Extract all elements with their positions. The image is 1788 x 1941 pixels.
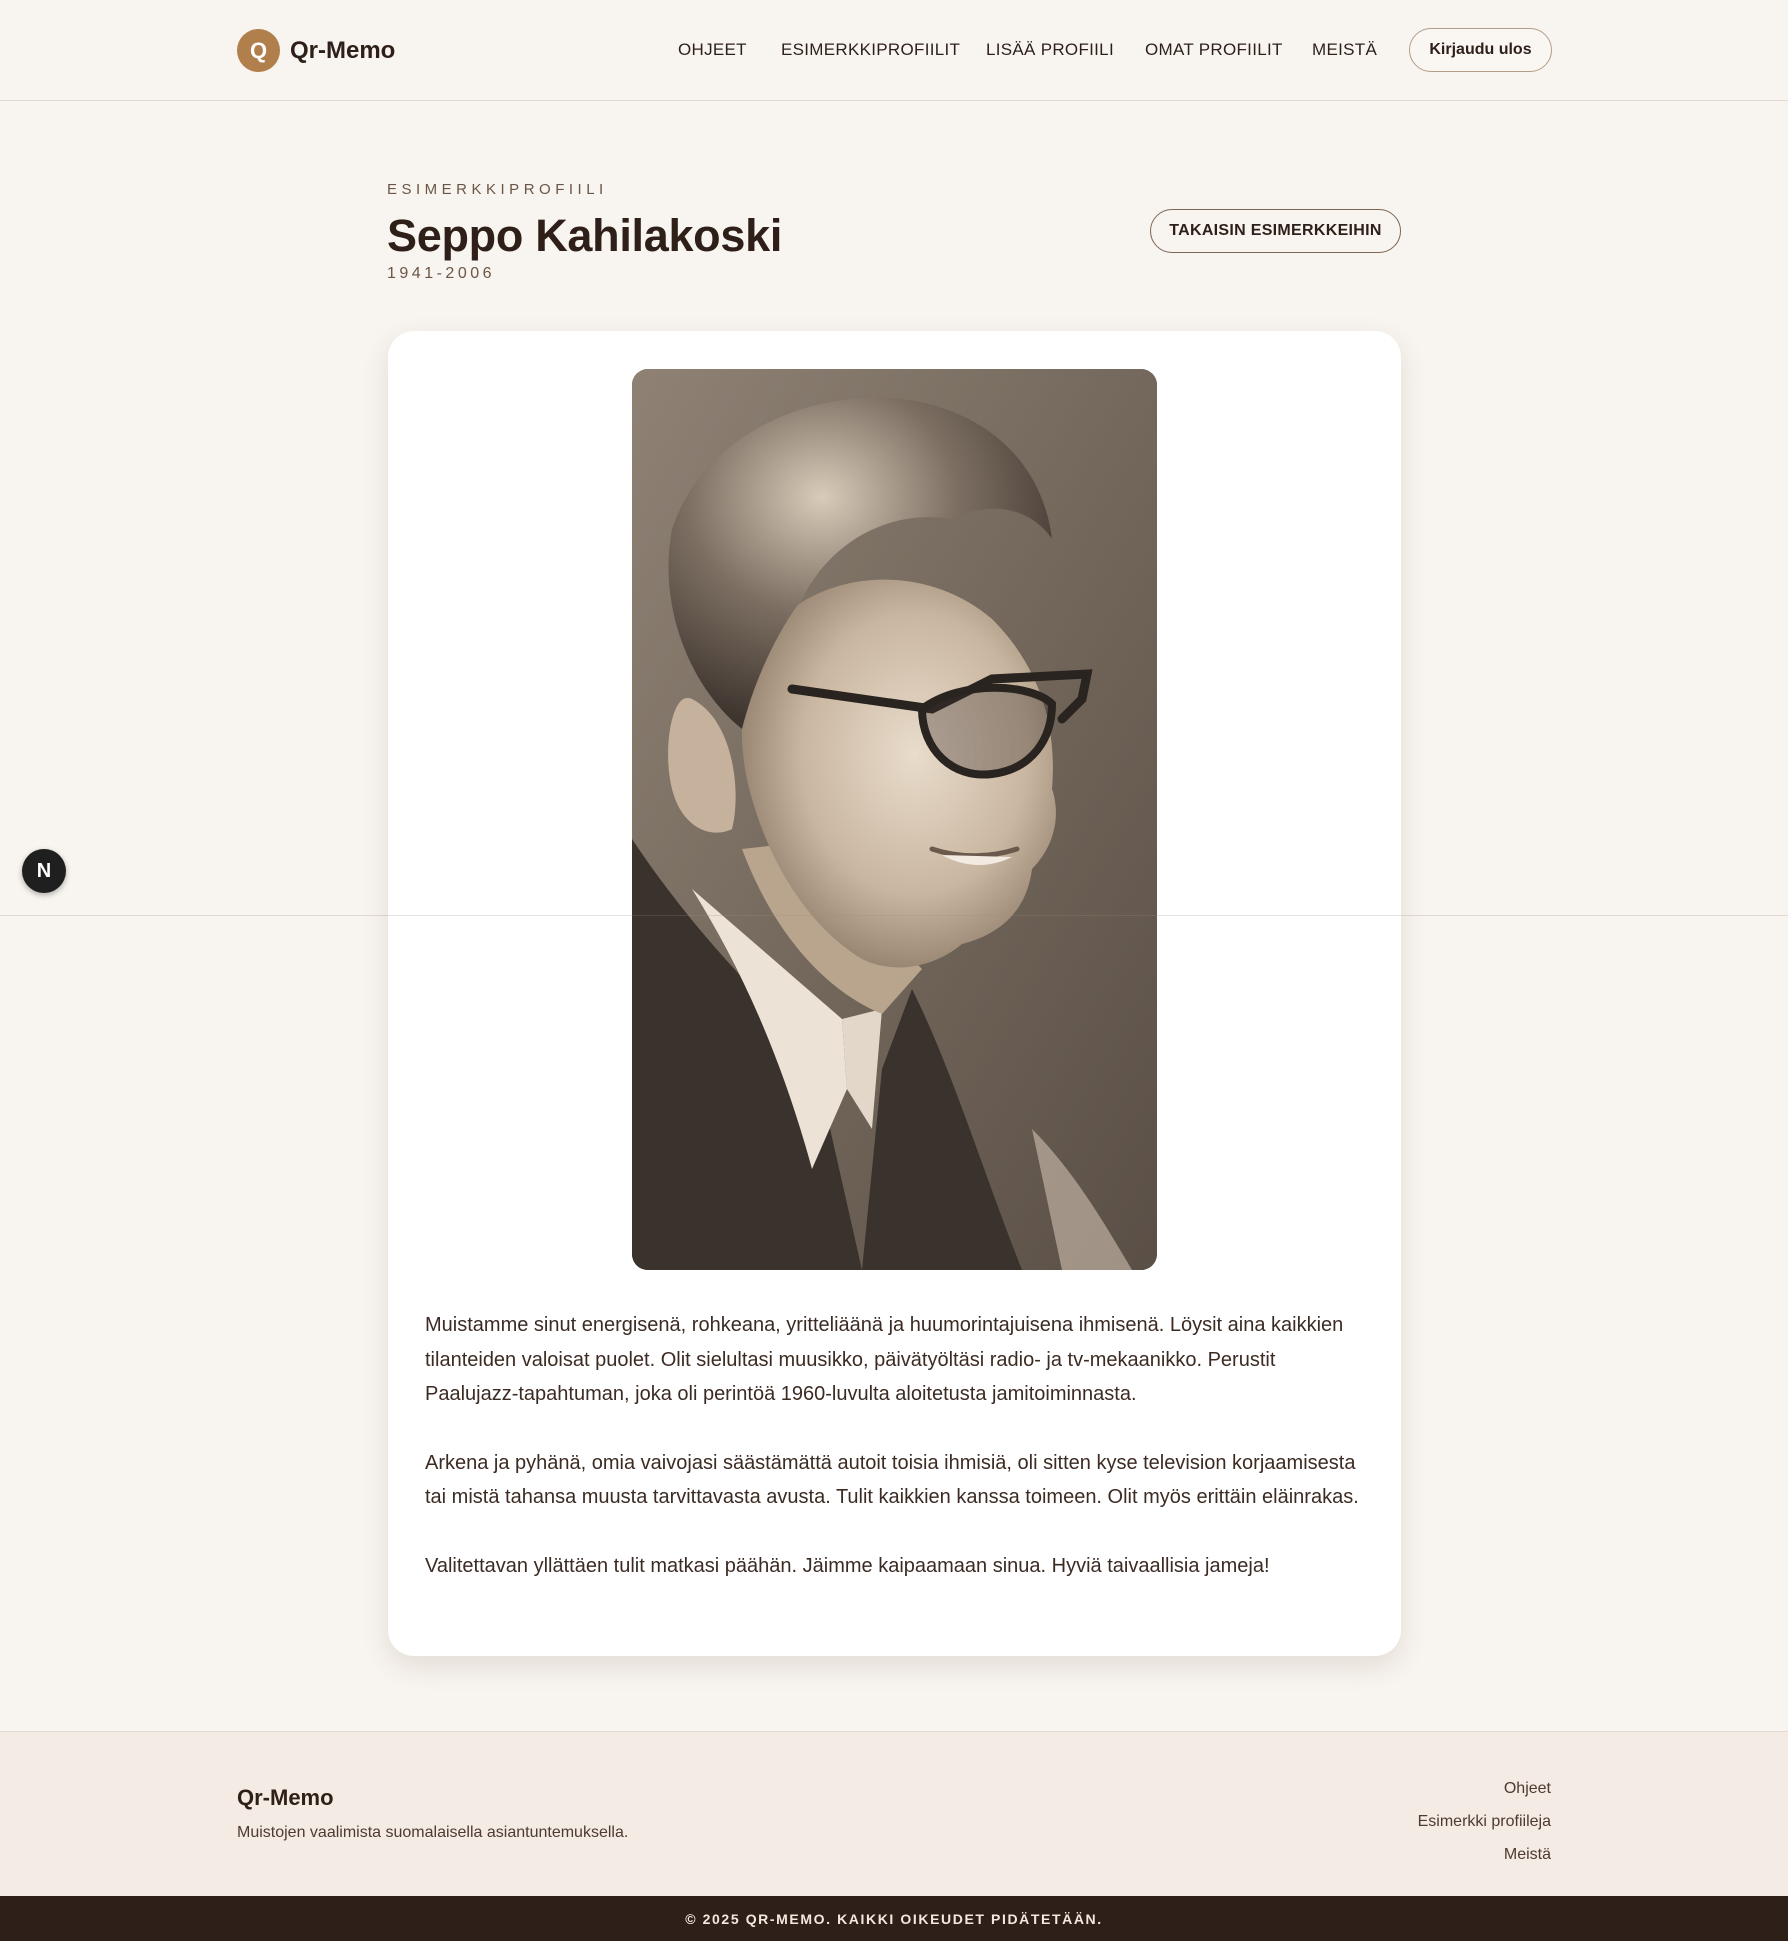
nav-item-lisaa-profiili[interactable]: LISÄÄ PROFIILI <box>986 40 1114 60</box>
profile-card: Muistamme sinut energisenä, rohkeana, yr… <box>388 331 1401 1656</box>
footer-link-meista[interactable]: Meistä <box>1418 1838 1551 1871</box>
page-title: Seppo Kahilakoski <box>387 210 783 261</box>
site-footer: Qr-Memo Muistojen vaalimista suomalaisel… <box>0 1731 1788 1896</box>
logo-mark: Q <box>237 29 280 72</box>
nav-item-meista[interactable]: MEISTÄ <box>1312 40 1377 60</box>
logout-button[interactable]: Kirjaudu ulos <box>1409 28 1552 72</box>
profile-photo <box>632 369 1157 1270</box>
profile-years: 1941-2006 <box>387 265 496 282</box>
footer-link-esimerkki-profiileja[interactable]: Esimerkki profiileja <box>1418 1805 1551 1838</box>
logo[interactable]: Q Qr-Memo <box>237 29 395 72</box>
copyright-bar: © 2025 QR-MEMO. KAIKKI OIKEUDET PIDÄTETÄ… <box>0 1896 1788 1941</box>
back-to-examples-button[interactable]: TAKAISIN ESIMERKKEIHIN <box>1150 209 1401 253</box>
bio-paragraph: Arkena ja pyhänä, omia vaivojasi säästäm… <box>425 1451 1359 1509</box>
footer-brand: Qr-Memo <box>237 1785 334 1810</box>
footer-tagline: Muistojen vaalimista suomalaisella asian… <box>237 1824 629 1841</box>
nav-item-omat-profiilit[interactable]: OMAT PROFIILIT <box>1145 40 1283 60</box>
footer-link-ohjeet[interactable]: Ohjeet <box>1418 1772 1551 1805</box>
nav-item-ohjeet[interactable]: OHJEET <box>678 40 747 60</box>
portrait-illustration <box>632 369 1157 1270</box>
nav-item-esimerkkiprofiilit[interactable]: ESIMERKKIPROFIILIT <box>781 40 960 60</box>
logo-text: Qr-Memo <box>290 36 396 64</box>
dev-tools-badge[interactable]: N <box>22 849 66 893</box>
profile-eyebrow: ESIMERKKIPROFIILI <box>387 181 608 198</box>
site-header: Q Qr-Memo OHJEET ESIMERKKIPROFIILIT LISÄ… <box>0 0 1788 101</box>
bio-paragraph: Valitettavan yllättäen tulit matkasi pää… <box>425 1554 1270 1577</box>
bio-paragraph: Muistamme sinut energisenä, rohkeana, yr… <box>425 1314 1344 1405</box>
footer-links: Ohjeet Esimerkki profiileja Meistä <box>1418 1772 1551 1871</box>
viewport-divider <box>0 915 1788 916</box>
profile-bio: Muistamme sinut energisenä, rohkeana, yr… <box>425 1308 1370 1617</box>
